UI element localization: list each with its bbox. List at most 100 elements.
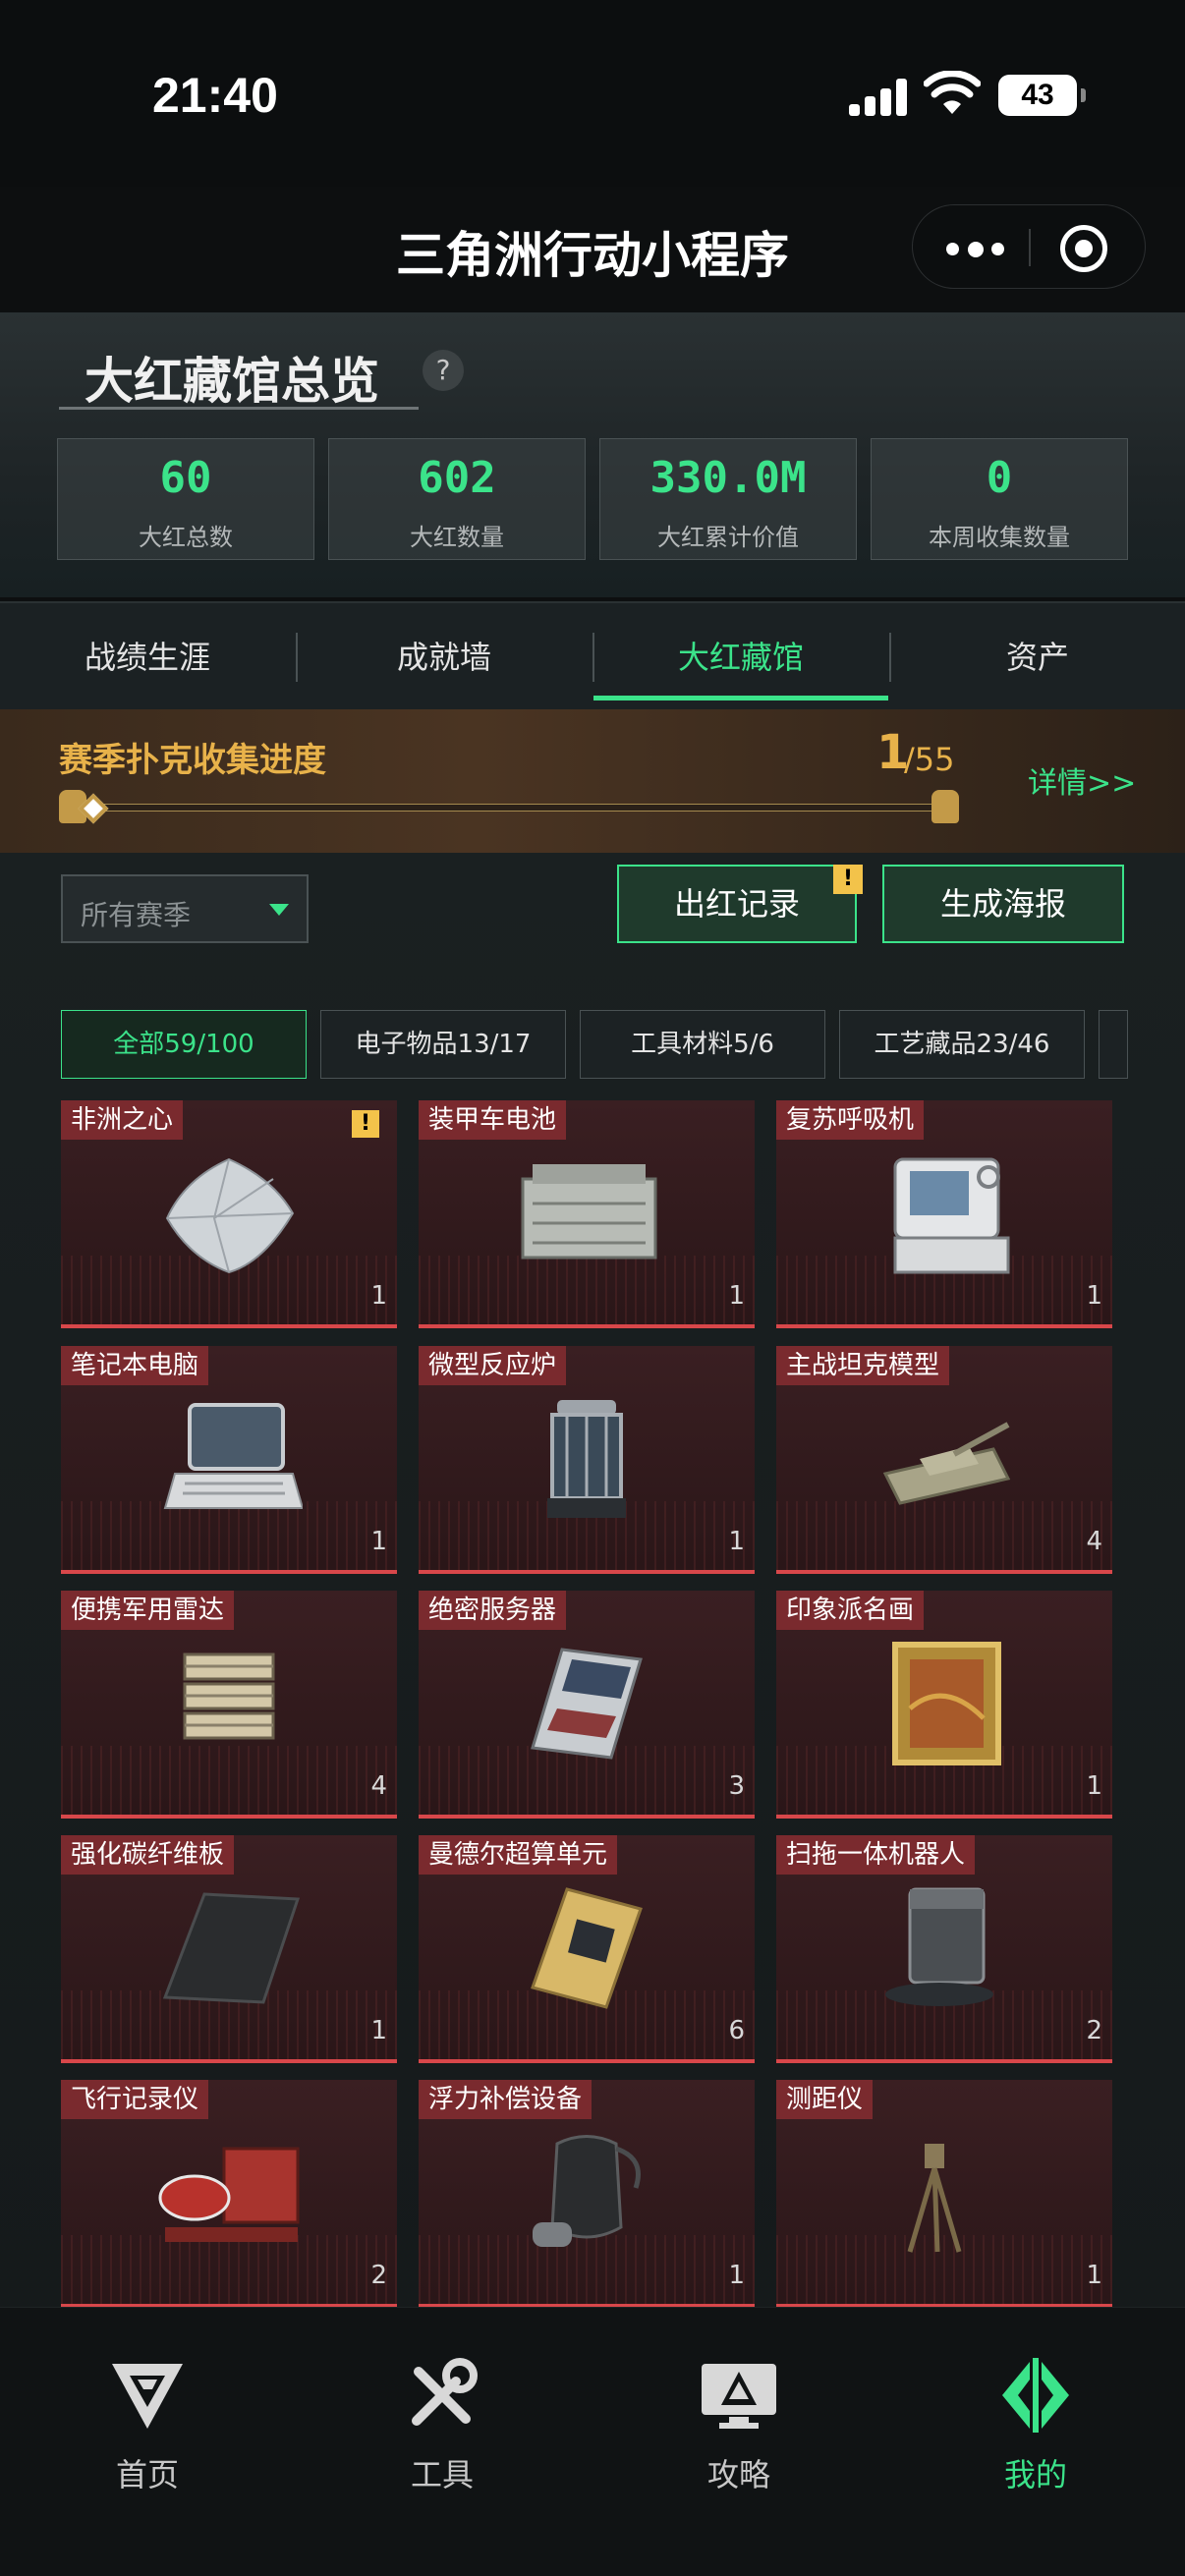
item-name: 绝密服务器	[419, 1591, 567, 1630]
robot-vacuum-icon	[885, 1887, 993, 2006]
nav-mine[interactable]: 我的	[937, 2356, 1134, 2503]
stat-quantity: 602 大红数量	[328, 438, 586, 560]
stat-weekly: 0 本周收集数量	[871, 438, 1128, 560]
item-name: 测距仪	[776, 2080, 874, 2119]
category-chip-more[interactable]	[1099, 1010, 1128, 1079]
stat-value: 602	[418, 453, 496, 503]
stat-value-total: 330.0M 大红累计价值	[599, 438, 857, 560]
tab-indicator	[593, 696, 888, 700]
profile-logo-icon	[1002, 2358, 1069, 2433]
stat-label: 大红数量	[410, 524, 504, 551]
category-chip-electronics[interactable]: 电子物品13/17	[320, 1010, 566, 1079]
tools-icon	[412, 2358, 478, 2426]
item-name: 强化碳纤维板	[61, 1835, 235, 1875]
item-card[interactable]: 非洲之心 ! 1	[61, 1100, 397, 1328]
item-card[interactable]: 便携军用雷达 4	[61, 1591, 397, 1819]
item-card[interactable]: 飞行记录仪 2	[61, 2080, 397, 2308]
item-card[interactable]: 绝密服务器 3	[419, 1591, 755, 1819]
delta-logo-icon	[112, 2364, 183, 2429]
item-card[interactable]: 复苏呼吸机 1	[776, 1100, 1112, 1328]
item-card[interactable]: 浮力补偿设备 1	[419, 2080, 755, 2308]
painting-icon	[892, 1642, 1001, 1765]
tab-achievements[interactable]: 成就墙	[297, 603, 592, 711]
item-card[interactable]: 微型反应炉 1	[419, 1346, 755, 1574]
tab-assets[interactable]: 资产	[890, 603, 1185, 711]
rangefinder-icon	[907, 2144, 962, 2253]
item-card[interactable]: 印象派名画 1	[776, 1591, 1112, 1819]
battery-icon	[521, 1164, 657, 1260]
nav-label: 首页	[115, 2456, 179, 2493]
status-time: 21:40	[152, 68, 278, 123]
item-count: 1	[1086, 1281, 1102, 1311]
item-count: 1	[728, 1527, 745, 1556]
progress-end-cap	[931, 790, 959, 823]
item-card[interactable]: 测距仪 1	[776, 2080, 1112, 2308]
miniprogram-capsule	[912, 204, 1146, 289]
monitor-icon	[702, 2364, 776, 2429]
nav-home[interactable]: 首页	[49, 2356, 246, 2503]
battery-icon: 43	[998, 75, 1086, 116]
item-name: 主战坦克模型	[776, 1346, 950, 1385]
overview-title: 大红藏馆总览	[85, 353, 379, 410]
category-chip-crafts[interactable]: 工艺藏品23/46	[839, 1010, 1085, 1079]
red-record-button[interactable]: 出红记录	[617, 865, 857, 943]
nav-guides[interactable]: 攻略	[641, 2356, 837, 2503]
season-select[interactable]: 所有赛季	[61, 874, 309, 943]
supercomputer-unit-icon	[531, 1887, 643, 2009]
item-count: 1	[370, 1281, 387, 1311]
item-count: 1	[1086, 2261, 1102, 2290]
close-target-icon[interactable]	[1060, 225, 1107, 272]
item-name: 微型反应炉	[419, 1346, 567, 1385]
item-name: 浮力补偿设备	[419, 2080, 592, 2119]
tab-career[interactable]: 战绩生涯	[0, 603, 295, 711]
item-name: 飞行记录仪	[61, 2080, 209, 2119]
stat-label: 大红累计价值	[657, 524, 799, 551]
stat-total: 60 大红总数	[57, 438, 314, 560]
item-card[interactable]: 扫拖一体机器人 2	[776, 1835, 1112, 2063]
nav-label: 攻略	[706, 2456, 770, 2493]
ventilator-icon	[893, 1157, 1010, 1274]
more-icon[interactable]	[946, 242, 1005, 257]
item-name: 扫拖一体机器人	[776, 1835, 976, 1875]
overview-underline	[59, 407, 419, 410]
season-details-link[interactable]: 详情>>	[1028, 758, 1136, 802]
stat-label: 本周收集数量	[929, 524, 1070, 551]
nav-label: 工具	[410, 2456, 474, 2493]
stat-value: 330.0M	[649, 453, 807, 503]
season-select-value: 所有赛季	[81, 899, 192, 931]
item-card[interactable]: 曼德尔超算单元 6	[419, 1835, 755, 2063]
stat-value: 60	[159, 453, 212, 503]
category-chip-all[interactable]: 全部59/100	[61, 1010, 307, 1079]
item-count: 2	[1086, 2016, 1102, 2045]
item-name: 非洲之心	[61, 1100, 184, 1140]
generate-poster-button[interactable]: 生成海报	[882, 865, 1124, 943]
wifi-icon	[924, 71, 981, 114]
item-count: 1	[728, 1281, 745, 1311]
alert-icon: !	[352, 1110, 379, 1138]
reactor-icon	[547, 1400, 626, 1518]
help-icon[interactable]: ?	[423, 350, 464, 391]
item-count: 3	[728, 1771, 745, 1801]
item-name: 复苏呼吸机	[776, 1100, 925, 1140]
capsule-divider	[1029, 229, 1031, 266]
carbon-plate-icon	[162, 1892, 301, 2004]
item-card[interactable]: 装甲车电池 1	[419, 1100, 755, 1328]
item-count: 1	[370, 2016, 387, 2045]
stat-value: 0	[986, 453, 1013, 503]
item-name: 装甲车电池	[419, 1100, 567, 1140]
season-progress-total: /55	[904, 741, 955, 778]
stat-label: 大红总数	[139, 524, 233, 551]
nav-tools[interactable]: 工具	[344, 2356, 540, 2503]
buoyancy-device-icon	[533, 2135, 641, 2247]
item-count: 4	[1086, 1527, 1102, 1556]
chevron-down-icon	[269, 904, 289, 916]
category-chip-tools[interactable]: 工具材料5/6	[580, 1010, 825, 1079]
item-card[interactable]: 强化碳纤维板 1	[61, 1835, 397, 2063]
radar-icon	[183, 1652, 275, 1740]
item-card[interactable]: 笔记本电脑 1	[61, 1346, 397, 1574]
item-count: 4	[370, 1771, 387, 1801]
item-card[interactable]: 主战坦克模型 4	[776, 1346, 1112, 1574]
item-name: 笔记本电脑	[61, 1346, 209, 1385]
tab-bar: 战绩生涯 成就墙 大红藏馆 资产	[0, 601, 1185, 709]
item-name: 印象派名画	[776, 1591, 925, 1630]
